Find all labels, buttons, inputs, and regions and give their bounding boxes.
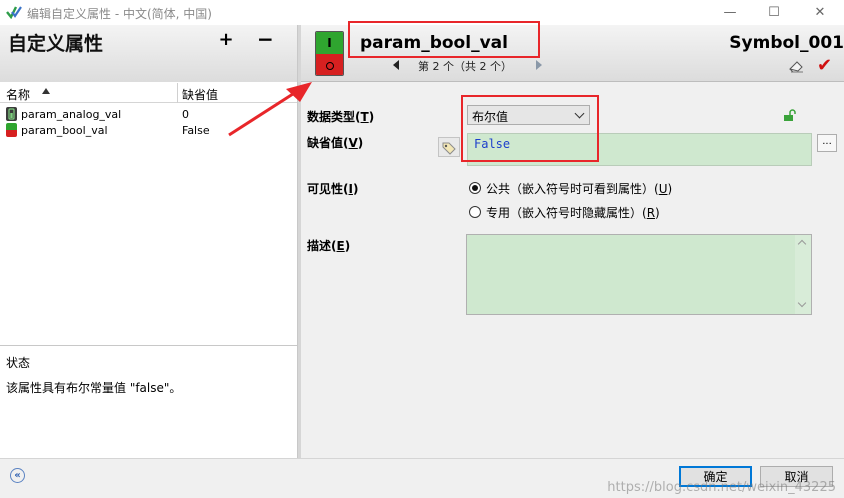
status-text: 该属性具有布尔常量值 "false"。 [6, 381, 182, 395]
window-title: 编辑自定义属性 - 中文(简体, 中国) [27, 7, 212, 21]
scroll-up-icon[interactable] [797, 239, 807, 249]
annotation-arrow-icon [228, 82, 312, 137]
previous-arrow-icon[interactable] [393, 60, 399, 70]
row-default: False [182, 124, 210, 137]
row-name: param_analog_val [21, 108, 122, 121]
record-position: 第 2 个（共 2 个） [418, 60, 512, 73]
unlock-icon[interactable] [783, 109, 797, 122]
symbol-name: Symbol_001 [729, 33, 844, 53]
public-option-label[interactable]: 公共（嵌入符号时可看到属性）(U) [486, 180, 672, 197]
column-divider[interactable] [177, 83, 178, 103]
row-default: 0 [182, 108, 189, 121]
status-panel: 状态 该属性具有布尔常量值 "false"。 [0, 345, 297, 458]
eraser-icon[interactable] [788, 59, 804, 73]
remove-attribute-button[interactable]: − [257, 27, 274, 51]
close-button[interactable]: ✕ [797, 0, 843, 25]
ellipsis-button[interactable]: ... [817, 134, 837, 152]
status-title: 状态 [6, 356, 31, 370]
visibility-label: 可见性(I) [307, 182, 359, 196]
app-check-icon [6, 6, 22, 19]
description-label: 描述(E) [307, 239, 351, 253]
maximize-button[interactable]: ☐ [751, 0, 797, 25]
panel-heading: 自定义属性 [8, 33, 104, 55]
scroll-down-icon[interactable] [797, 298, 807, 308]
description-scrollbar[interactable] [795, 235, 811, 314]
collapse-icon[interactable]: « [10, 468, 25, 483]
description-field[interactable] [466, 234, 812, 315]
tag-icon [438, 137, 460, 157]
add-attribute-button[interactable]: + [218, 29, 234, 50]
annotation-box-datatype [461, 95, 599, 162]
watermark: https://blog.csdn.net/weixin_43225 [607, 480, 836, 495]
next-arrow-icon[interactable] [536, 60, 542, 70]
annotation-box-name [348, 21, 540, 58]
sort-ascending-icon [42, 88, 50, 94]
column-header-name[interactable]: 名称 [6, 86, 30, 103]
bool-param-icon [6, 123, 17, 137]
apply-check-icon[interactable]: ✔ [817, 55, 832, 76]
public-radio[interactable] [469, 182, 481, 194]
private-option-label[interactable]: 专用（嵌入符号时隐藏属性）(R) [486, 204, 660, 221]
analog-param-icon [6, 107, 17, 121]
private-radio[interactable] [469, 206, 481, 218]
record-navigator: 第 2 个（共 2 个） [393, 58, 543, 74]
attribute-detail-panel: I param_bool_val 第 2 个（共 2 个） Symbol_001… [301, 25, 844, 458]
left-panel-header: 自定义属性 + − [0, 25, 297, 82]
row-name: param_bool_val [21, 124, 108, 137]
column-header-default[interactable]: 缺省值 [182, 86, 218, 103]
bool-switch-icon: I [315, 31, 344, 76]
minimize-button[interactable]: — [707, 0, 753, 25]
